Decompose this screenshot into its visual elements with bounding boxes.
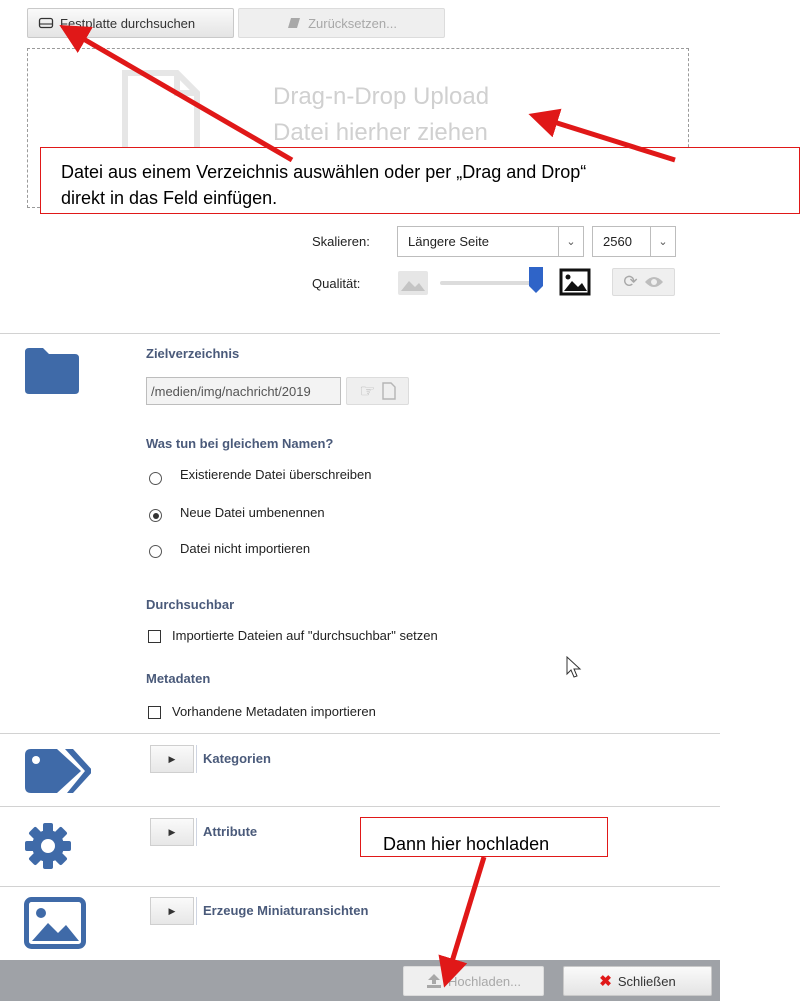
target-directory-title: Zielverzeichnis [146,346,240,361]
quality-slider-handle[interactable] [528,266,544,294]
upload-button[interactable]: Hochladen... [403,966,544,996]
section-divider [0,733,720,734]
chevron-down-icon: ⌄ [558,227,583,256]
radio-rename[interactable] [149,509,162,522]
scale-mode-select[interactable]: Längere Seite ⌄ [397,226,584,257]
radio-skip-label: Datei nicht importieren [180,541,311,556]
upload-label: Hochladen... [448,973,521,989]
eraser-icon [288,18,301,28]
gear-icon [25,823,71,869]
categories-expand-button[interactable]: ▶ [150,745,194,773]
section-header-divider [196,818,197,846]
triangle-right-icon: ▶ [168,905,176,916]
scale-mode-value: Längere Seite [408,234,489,249]
drop-zone-subtitle: Datei hierher ziehen [273,119,488,146]
upload-icon [427,974,441,988]
radio-skip[interactable] [149,545,162,558]
browse-disk-button[interactable]: Festplatte durchsuchen [27,8,234,38]
thumbnails-section-label: Erzeuge Miniaturansichten [203,903,369,918]
annotation-callout-upload: Dann hier hochladen [360,817,608,857]
refresh-icon: ⟳ [623,272,638,291]
target-path-value: /medien/img/nachricht/2019 [151,383,311,399]
categories-section-label: Kategorien [203,751,271,766]
annotation-callout-top: Datei aus einem Verzeichnis auswählen od… [40,147,800,214]
close-label: Schließen [617,973,676,989]
searchable-checkbox-label: Importierte Dateien auf "durchsuchbar" s… [172,628,438,643]
pointing-hand-icon: ☞ [359,380,376,401]
searchable-checkbox[interactable] [148,630,161,643]
scale-size-select[interactable]: 2560 ⌄ [592,226,676,257]
close-icon: ✖ [599,973,612,990]
triangle-right-icon: ▶ [168,826,176,837]
section-header-divider [196,897,197,925]
section-divider [0,333,720,334]
tags-icon [25,749,91,793]
folder-icon [25,348,79,394]
same-name-title: Was tun bei gleichem Namen? [146,436,334,451]
refresh-preview-button[interactable]: ⟳ [612,268,675,296]
annotation-line-1: Datei aus einem Verzeichnis auswählen od… [61,162,587,182]
thumbnails-expand-button[interactable]: ▶ [150,897,194,925]
attributes-section-label: Attribute [203,824,258,839]
low-quality-image-icon [398,271,428,295]
eye-icon [644,277,663,287]
section-header-divider [196,745,197,773]
annotation-upload-text: Dann hier hochladen [383,834,550,854]
metadata-checkbox[interactable] [148,706,161,719]
radio-overwrite[interactable] [149,472,162,485]
high-quality-image-icon [559,268,591,296]
metadata-checkbox-label: Vorhandene Metadaten importieren [172,704,376,719]
scale-label: Skalieren: [312,234,370,249]
triangle-right-icon: ▶ [168,753,176,764]
quality-slider-track[interactable] [440,281,532,285]
attributes-expand-button[interactable]: ▶ [150,818,194,846]
browse-disk-label: Festplatte durchsuchen [60,15,196,31]
searchable-title: Durchsuchbar [146,597,235,612]
hard-drive-icon [38,17,54,29]
target-path-field[interactable]: /medien/img/nachricht/2019 [146,377,341,405]
choose-directory-button[interactable]: ☞ [346,377,409,405]
metadata-title: Metadaten [146,671,211,686]
scale-size-value: 2560 [603,234,632,249]
drop-zone-title: Drag-n-Drop Upload [273,83,490,110]
close-button[interactable]: ✖ Schließen [563,966,712,996]
blank-document-icon [381,382,396,400]
section-divider [0,886,720,887]
chevron-down-icon: ⌄ [650,227,675,256]
annotation-line-2: direkt in das Feld einfügen. [61,188,278,208]
dialog-footer: Hochladen... ✖ Schließen [0,960,720,1001]
radio-rename-label: Neue Datei umbenennen [180,505,325,520]
reset-label: Zurücksetzen... [308,15,397,31]
radio-overwrite-label: Existierende Datei überschreiben [180,467,372,482]
quality-label: Qualität: [312,276,361,291]
mouse-cursor-icon [566,656,582,678]
reset-button[interactable]: Zurücksetzen... [238,8,445,38]
section-divider [0,806,720,807]
image-icon [24,897,86,949]
